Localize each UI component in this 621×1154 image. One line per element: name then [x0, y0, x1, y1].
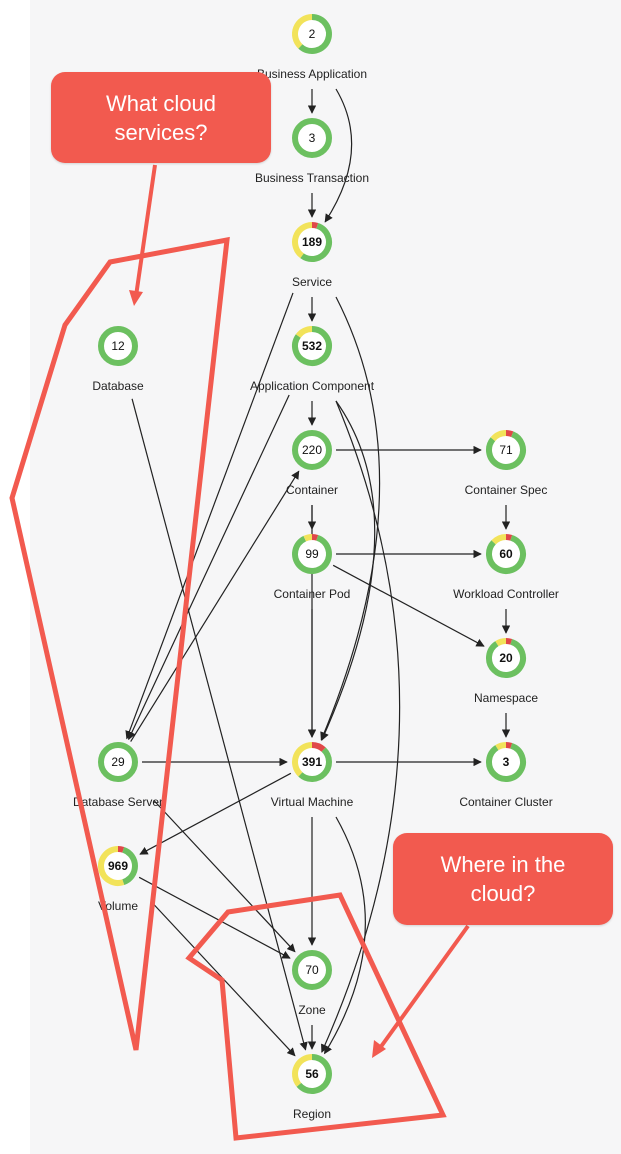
node-count: 12 [111, 339, 125, 353]
edge-service-to-database-server [125, 292, 294, 740]
node-label: Container Pod [274, 587, 351, 601]
node-count: 70 [305, 963, 319, 977]
cloud-services-pointer [134, 164, 157, 297]
node-label: Business Application [257, 67, 367, 81]
callout-cloud-services-text: What cloud services? [105, 90, 217, 145]
node-label: Container Cluster [459, 795, 552, 809]
node-workload-controller[interactable]: 60 Workload Controller [453, 534, 559, 601]
node-label: Service [292, 275, 332, 289]
health-ring-critical [505, 430, 514, 438]
edge-application-component-to-region [321, 400, 401, 1053]
where-in-cloud-pointer [378, 924, 470, 1050]
node-count: 189 [302, 235, 322, 249]
edge-database-server-to-container [130, 470, 300, 742]
node-label: Database Server [73, 795, 163, 809]
annotation-layer [9, 164, 470, 1141]
health-ring-warning [303, 534, 313, 542]
node-count: 220 [302, 443, 322, 457]
node-service[interactable]: 189 Service [292, 222, 332, 289]
node-count: 532 [302, 339, 322, 353]
edge-volume-to-zone [138, 876, 291, 959]
callout-where-in-cloud: Where in the cloud? [393, 833, 613, 925]
node-count: 2 [309, 27, 316, 41]
health-ring-critical [505, 534, 513, 541]
node-container-cluster[interactable]: 3 Container Cluster [459, 742, 553, 809]
node-label: Namespace [474, 691, 538, 705]
node-application-component[interactable]: 532 Application Component [250, 326, 375, 393]
node-region[interactable]: 56 Region [292, 1054, 332, 1121]
node-count: 391 [302, 755, 322, 769]
node-count: 29 [111, 755, 125, 769]
health-ring-critical [311, 222, 319, 229]
node-count: 20 [499, 651, 513, 665]
topology-canvas: 2 Business Application 3 Business Transacti… [0, 0, 621, 1154]
node-label: Workload Controller [453, 587, 559, 601]
health-ring-critical [311, 534, 319, 541]
node-count: 60 [499, 547, 513, 561]
node-count: 969 [108, 859, 128, 873]
node-label: Database [92, 379, 144, 393]
edge-database-server-to-zone [153, 799, 296, 953]
node-label: Virtual Machine [271, 795, 354, 809]
node-namespace[interactable]: 20 Namespace [474, 638, 538, 705]
node-label: Container Spec [465, 483, 548, 497]
node-label: Region [293, 1107, 331, 1121]
edge-business-application-to-service [324, 88, 353, 223]
cloud-services-pointer-head [129, 290, 143, 306]
health-ring-warning [495, 638, 507, 647]
topology-graph: 2 Business Application 3 Business Transacti… [9, 14, 559, 1141]
node-label: Application Component [250, 379, 375, 393]
node-container[interactable]: 220 Container [286, 430, 338, 497]
node-count: 3 [309, 131, 316, 145]
edge-container-pod-to-namespace [332, 564, 485, 647]
node-database-server[interactable]: 29 Database Server [73, 742, 163, 809]
node-count: 56 [305, 1067, 319, 1081]
node-count: 99 [305, 547, 319, 561]
edge-service-to-virtual-machine [320, 296, 381, 741]
node-zone[interactable]: 70 Zone [292, 950, 332, 1017]
node-label: Zone [298, 1003, 326, 1017]
health-ring-critical [505, 638, 513, 645]
node-count: 71 [499, 443, 513, 457]
callout-cloud-services: What cloud services? [51, 72, 271, 163]
node-count: 3 [503, 755, 510, 769]
node-database[interactable]: 12 Database [92, 326, 144, 393]
callout-where-in-cloud-text: Where in the cloud? [440, 852, 566, 906]
health-ring-critical [117, 846, 125, 853]
node-business-application[interactable]: 2 Business Application [257, 14, 367, 81]
node-business-transaction[interactable]: 3 Business Transaction [255, 118, 369, 185]
node-container-spec[interactable]: 71 Container Spec [465, 430, 548, 497]
health-ring-critical [505, 742, 513, 749]
health-ring-warning [495, 742, 507, 751]
node-label: Container [286, 483, 338, 497]
node-label: Business Transaction [255, 171, 369, 185]
